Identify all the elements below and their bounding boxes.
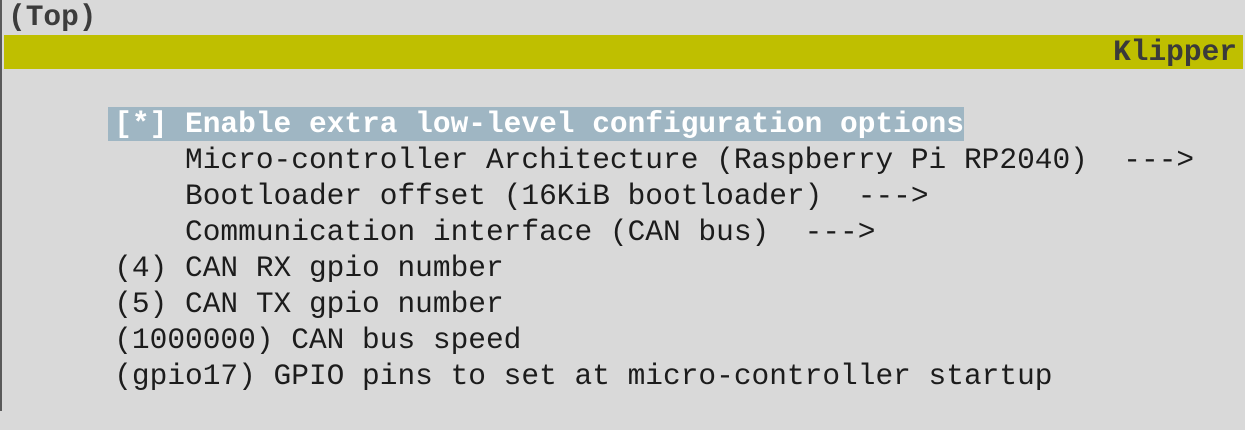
menu-item-communication-interface[interactable]: Communication interface (CAN bus) ---> [2,178,1245,249]
menu-item-can-bus-speed[interactable]: (1000000) CAN bus speed [2,286,1245,357]
menu-item-bootloader-offset[interactable]: Bootloader offset (16KiB bootloader) ---… [2,142,1245,213]
title-bar: Klipper [4,35,1243,69]
breadcrumb: (Top) [8,0,97,34]
menuconfig-screen: (Top) Klipper [*] Enable extra low-level… [0,0,1245,411]
app-title: Klipper [1113,35,1237,69]
menu-item-gpio-startup-pins[interactable]: (gpio17) GPIO pins to set at micro-contr… [2,322,1245,393]
menu-item-can-tx-gpio[interactable]: (5) CAN TX gpio number [2,250,1245,321]
menu-item-label: GPIO pins to set at micro-controller sta… [273,359,1053,393]
menu-list: [*] Enable extra low-level configuration… [2,70,1245,393]
menu-item-can-rx-gpio[interactable]: (4) CAN RX gpio number [2,214,1245,285]
menu-item-value-prefix: (gpio17) [114,359,274,393]
menu-item-enable-low-level-options[interactable]: [*] Enable extra low-level configuration… [2,70,1245,141]
menu-item-mcu-architecture[interactable]: Micro-controller Architecture (Raspberry… [2,106,1245,177]
